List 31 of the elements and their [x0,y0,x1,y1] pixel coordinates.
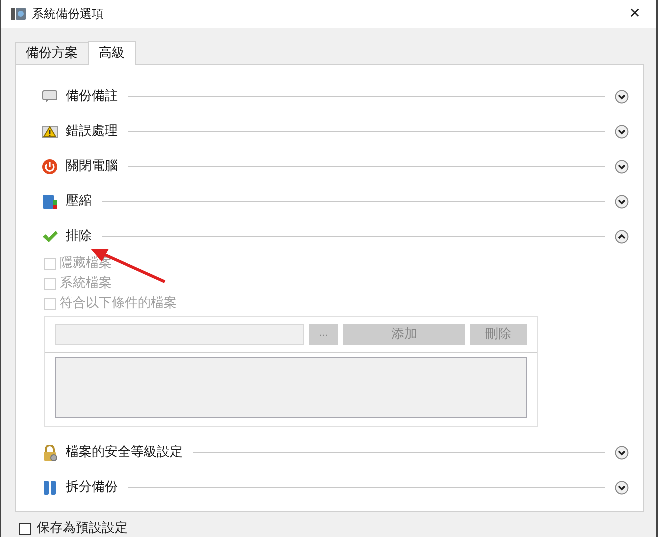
expand-icon[interactable] [615,194,629,208]
checkbox-label: 符合以下條件的檔案 [60,295,177,314]
bars-icon [42,480,58,496]
app-icon [11,7,26,21]
lock-icon [42,444,58,460]
power-icon [42,158,58,174]
tab[interactable]: 備份方案 [15,42,88,64]
checkmark-icon [42,228,58,244]
expand-icon[interactable] [615,446,629,460]
collapse-icon[interactable] [615,230,629,244]
section-title: 備份備註 [66,88,118,106]
section-title: 錯誤處理 [66,122,118,141]
tab[interactable]: 高級 [88,41,136,65]
window-title: 系統備份選項 [32,6,105,23]
speech-bubble-icon [42,88,58,104]
expand-icon[interactable] [615,124,629,138]
expand-icon[interactable] [615,160,629,174]
section-title: 關閉電腦 [66,158,118,176]
expand-icon[interactable] [615,90,629,104]
section-title: 排除 [66,228,92,246]
checkbox-label: 系統檔案 [60,275,112,294]
section-title: 壓縮 [66,192,92,211]
section-title: 拆分備份 [66,478,118,497]
path-field[interactable] [55,324,304,345]
warning-icon [42,124,58,140]
close-button[interactable]: ✕ [622,2,648,26]
box-icon [42,194,58,210]
expand-icon[interactable] [615,480,629,494]
section-title: 檔案的安全等級設定 [66,444,183,462]
checkbox[interactable] [19,523,31,535]
checkbox-label: 保存為預設設定 [37,522,128,536]
